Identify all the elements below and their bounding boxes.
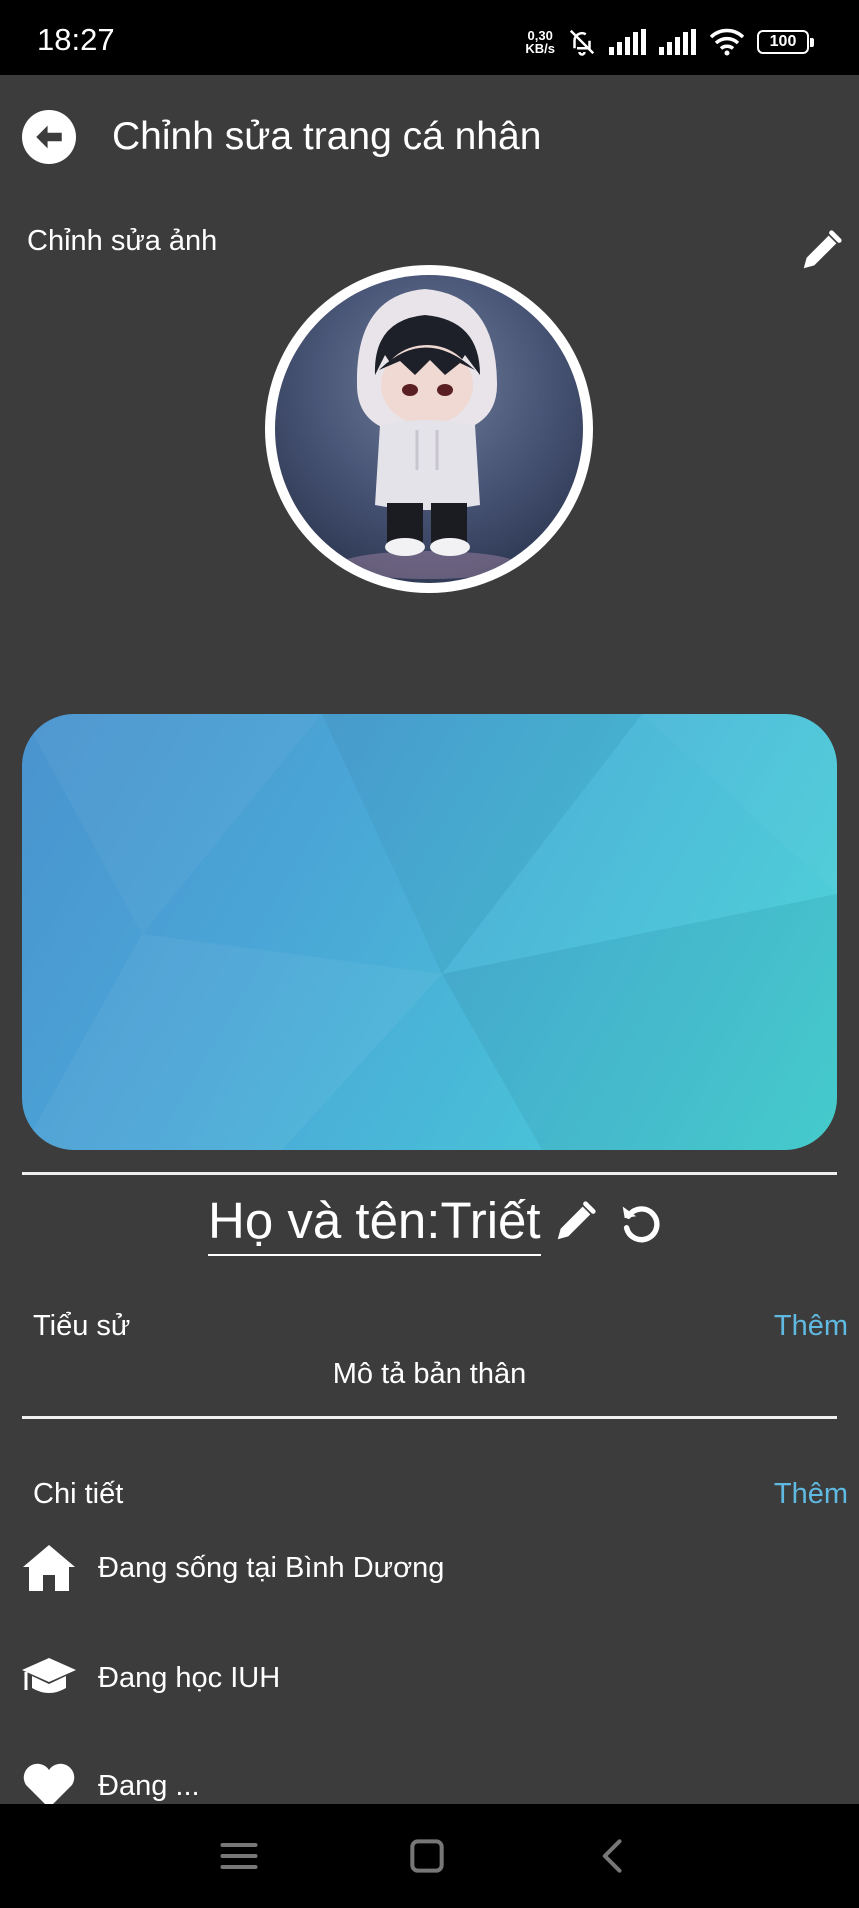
cover-image[interactable] [22, 714, 837, 1150]
name-row: Họ và tên:Triết [0, 1185, 859, 1265]
status-time: 18:27 [37, 22, 115, 57]
back-chevron-icon[interactable] [592, 1834, 636, 1878]
edit-photo-label: Chỉnh sửa ảnh [27, 225, 218, 257]
avatar-figure [339, 289, 519, 579]
menu-icon[interactable] [217, 1834, 261, 1878]
details-label: Chi tiết [33, 1478, 124, 1510]
mute-bell-icon [569, 29, 595, 56]
back-button[interactable] [22, 110, 76, 164]
undo-icon[interactable] [617, 1199, 663, 1245]
pencil-icon[interactable] [552, 1199, 598, 1245]
network-speed: 0,30 KB/s [525, 29, 555, 55]
network-speed-unit: KB/s [525, 41, 555, 56]
detail-item-education[interactable]: Đang học IUH [20, 1648, 280, 1708]
bio-text[interactable]: Mô tả bản thân [0, 1358, 859, 1391]
status-bar: 18:27 0,30 KB/s 100 [0, 0, 859, 75]
bio-add-button[interactable]: Thêm [774, 1310, 848, 1343]
bio-label: Tiểu sử [33, 1310, 131, 1342]
avatar[interactable] [265, 265, 593, 593]
detail-text: Đang sống tại Bình Dương [98, 1551, 445, 1584]
avatar-image [275, 275, 583, 583]
status-indicators: 0,30 KB/s 100 [525, 24, 814, 60]
page-title: Chỉnh sửa trang cá nhân [112, 115, 542, 158]
home-square-icon[interactable] [405, 1834, 449, 1878]
arrow-left-icon [36, 125, 62, 149]
signal-icon [659, 29, 696, 55]
system-nav-bar [0, 1804, 859, 1908]
detail-item-location[interactable]: Đang sống tại Bình Dương [20, 1538, 444, 1598]
divider [22, 1172, 837, 1175]
cover-pattern [22, 714, 837, 1150]
app-header: Chỉnh sửa trang cá nhân [0, 75, 859, 200]
signal-icon [609, 29, 646, 55]
graduation-cap-icon [20, 1652, 78, 1704]
pencil-icon[interactable] [798, 228, 844, 274]
details-add-button[interactable]: Thêm [774, 1478, 848, 1511]
divider [22, 1416, 837, 1419]
detail-text: Đang ... [98, 1769, 200, 1802]
battery-icon: 100 [757, 30, 814, 54]
wifi-icon [709, 28, 745, 56]
home-icon [20, 1542, 78, 1594]
full-name-field[interactable]: Họ và tên:Triết [208, 1191, 541, 1256]
detail-text: Đang học IUH [98, 1661, 281, 1694]
